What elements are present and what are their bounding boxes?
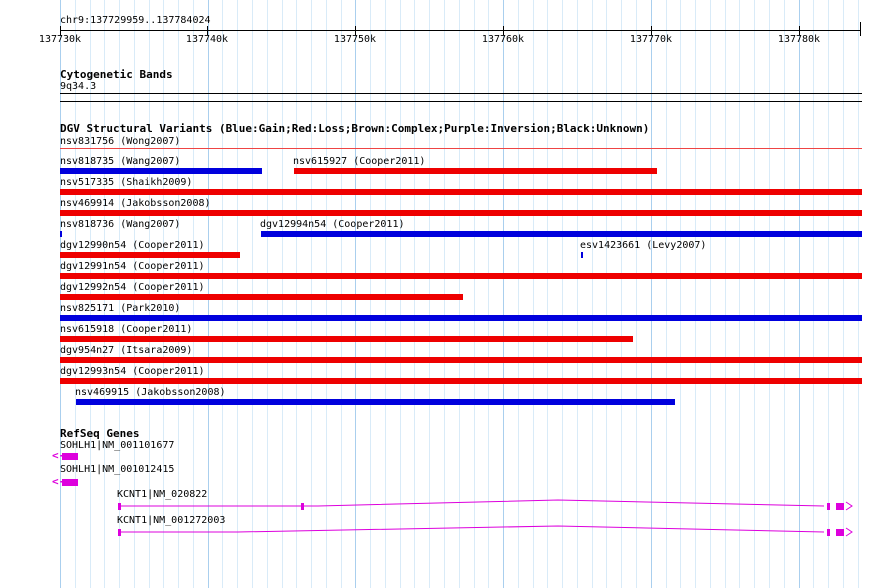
cytoband-top-line <box>60 93 862 94</box>
variant-label[interactable]: dgv12992n54 (Cooper2011) <box>60 282 205 294</box>
gene-label[interactable]: SOHLH1|NM_001101677 <box>60 440 174 452</box>
variant-bar[interactable] <box>60 231 62 237</box>
gene-exon[interactable] <box>62 479 78 486</box>
location-label: chr9:137729959..137784024 <box>60 15 211 26</box>
variant-bar[interactable] <box>60 189 862 195</box>
gene-intron-line[interactable] <box>118 498 862 512</box>
variant-bar[interactable] <box>60 294 463 300</box>
gene-exon[interactable] <box>62 453 78 460</box>
gene-exon[interactable] <box>836 529 844 536</box>
variant-bar[interactable] <box>60 315 862 321</box>
variant-bar[interactable] <box>76 399 675 405</box>
variant-bar[interactable] <box>60 252 240 258</box>
gene-intron-line[interactable] <box>118 524 862 538</box>
ruler-end-tick <box>860 22 861 36</box>
variant-bar[interactable] <box>60 168 262 174</box>
variant-label[interactable]: dgv12994n54 (Cooper2011) <box>260 219 405 231</box>
ruler-tick-label: 137760k <box>481 34 525 45</box>
variant-label[interactable]: esv1423661 (Levy2007) <box>580 240 706 252</box>
ruler-tick-label: 137740k <box>185 34 229 45</box>
variant-bar[interactable] <box>60 210 862 216</box>
gene-exon[interactable] <box>118 503 121 510</box>
ruler-line <box>60 30 860 31</box>
variant-label[interactable]: nsv517335 (Shaikh2009) <box>60 177 192 189</box>
variant-label[interactable]: dgv954n27 (Itsara2009) <box>60 345 192 357</box>
ruler-tick-label: 137780k <box>777 34 821 45</box>
gene-exon[interactable] <box>836 503 844 510</box>
variant-bar[interactable] <box>60 378 862 384</box>
variant-label[interactable]: nsv831756 (Wong2007) <box>60 136 180 148</box>
variant-label[interactable]: dgv12990n54 (Cooper2011) <box>60 240 205 252</box>
variant-label[interactable]: dgv12993n54 (Cooper2011) <box>60 366 205 378</box>
variant-bar[interactable] <box>581 252 583 258</box>
ruler-tick-label: 137730k <box>38 34 82 45</box>
variant-bar[interactable] <box>60 336 633 342</box>
variant-bar[interactable] <box>60 357 862 363</box>
gene-exon[interactable] <box>827 529 830 536</box>
variant-label[interactable]: nsv615927 (Cooper2011) <box>293 156 425 168</box>
ruler-tick-label: 137750k <box>333 34 377 45</box>
ruler-tick-label: 137770k <box>629 34 673 45</box>
variant-label[interactable]: nsv825171 (Park2010) <box>60 303 180 315</box>
cytoband-track-title[interactable]: Cytogenetic Bands <box>60 68 173 81</box>
gene-label[interactable]: SOHLH1|NM_001012415 <box>60 464 174 476</box>
genome-browser: chr9:137729959..137784024 137730k 137740k… <box>0 0 890 588</box>
variant-label[interactable]: dgv12991n54 (Cooper2011) <box>60 261 205 273</box>
cytoband-label: 9q34.3 <box>60 81 97 92</box>
variant-label[interactable]: nsv818736 (Wang2007) <box>60 219 180 231</box>
refseq-track-title[interactable]: RefSeq Genes <box>60 427 139 440</box>
variant-label[interactable]: nsv469914 (Jakobsson2008) <box>60 198 211 210</box>
gene-exon[interactable] <box>827 503 830 510</box>
variant-bar[interactable] <box>294 168 657 174</box>
variant-bar[interactable] <box>60 148 862 149</box>
dgv-track-title[interactable]: DGV Structural Variants (Blue:Gain;Red:L… <box>60 122 649 135</box>
variant-label[interactable]: nsv818735 (Wang2007) <box>60 156 180 168</box>
gene-exon[interactable] <box>118 529 121 536</box>
gene-exon[interactable] <box>301 503 304 510</box>
variant-label[interactable]: nsv615918 (Cooper2011) <box>60 324 192 336</box>
variant-label[interactable]: nsv469915 (Jakobsson2008) <box>75 387 226 399</box>
variant-bar[interactable] <box>261 231 862 237</box>
cytoband-bottom-line <box>60 101 862 102</box>
variant-bar[interactable] <box>60 273 862 279</box>
